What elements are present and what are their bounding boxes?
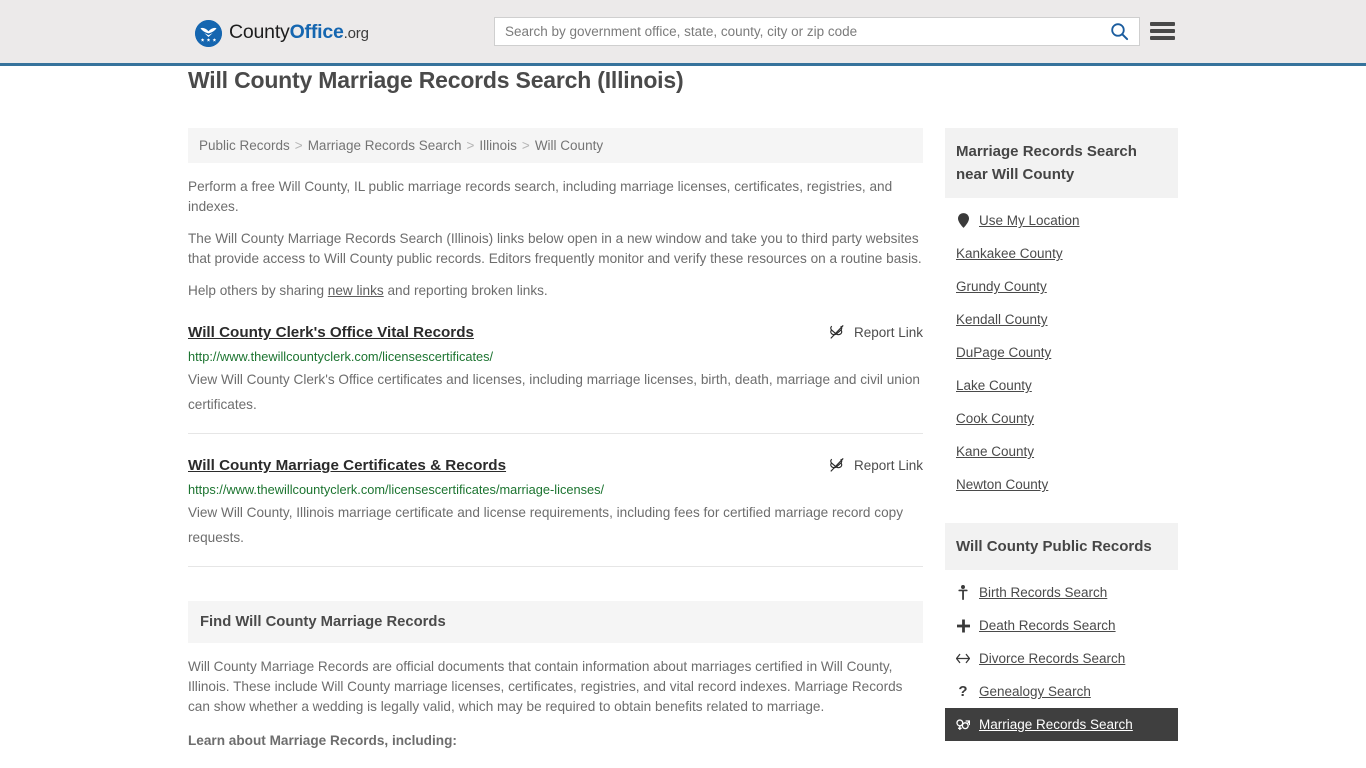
- sidebar-item-death-records[interactable]: Death Records Search: [945, 609, 1178, 642]
- sidebar-link[interactable]: Marriage Records Search: [979, 717, 1133, 732]
- main-content: Public Records > Marriage Records Search > I…: [188, 128, 923, 768]
- sidebar-link[interactable]: Cook County: [956, 411, 1034, 426]
- share-text-after: and reporting broken links.: [383, 283, 548, 298]
- menu-bar-3: [1150, 36, 1175, 40]
- report-link-button[interactable]: Report Link: [829, 323, 923, 340]
- sidebar-link[interactable]: Birth Records Search: [979, 585, 1107, 600]
- sidebar-link[interactable]: DuPage County: [956, 345, 1051, 360]
- sidebar-item-kendall-county[interactable]: Kendall County: [945, 303, 1178, 336]
- sidebar-item-dupage-county[interactable]: DuPage County: [945, 336, 1178, 369]
- sidebar-near-block: Marriage Records Search near Will County…: [945, 128, 1178, 501]
- result-title-link[interactable]: Will County Clerk's Office Vital Records: [188, 323, 474, 343]
- question-mark-icon: ?: [958, 683, 968, 700]
- search-button[interactable]: [1099, 18, 1139, 45]
- sidebar-item-grundy-county[interactable]: Grundy County: [945, 270, 1178, 303]
- baby-icon: [956, 585, 970, 600]
- sidebar-link[interactable]: Lake County: [956, 378, 1032, 393]
- page-title: Will County Marriage Records Search (Ill…: [188, 67, 684, 93]
- intro-paragraph-3: Help others by sharing new links and rep…: [188, 281, 923, 301]
- breadcrumb-separator: >: [521, 138, 530, 153]
- share-text-before: Help others by sharing: [188, 283, 328, 298]
- learn-about-heading: Learn about Marriage Records, including:: [188, 733, 457, 748]
- chain-broken-icon: [830, 458, 844, 472]
- find-records-body: Will County Marriage Records are officia…: [188, 643, 923, 768]
- sidebar-item-birth-records[interactable]: Birth Records Search: [945, 576, 1178, 609]
- map-pin-icon: [956, 213, 970, 228]
- sidebar-item-divorce-records[interactable]: Divorce Records Search: [945, 642, 1178, 675]
- result-title-link[interactable]: Will County Marriage Certificates & Reco…: [188, 456, 506, 476]
- sidebar-link[interactable]: Death Records Search: [979, 618, 1116, 633]
- sidebar-public-records-block: Will County Public Records Birth Records: [945, 523, 1178, 741]
- sidebar-near-heading: Marriage Records Search near Will County: [945, 128, 1178, 198]
- search-input[interactable]: [495, 18, 1099, 45]
- sidebar-item-marriage-records[interactable]: Marriage Records Search: [945, 708, 1178, 741]
- result-item: Will County Clerk's Office Vital Records…: [188, 323, 923, 434]
- menu-icon[interactable]: [1150, 20, 1175, 42]
- page-body: Will County Marriage Records Search (Ill…: [0, 66, 1366, 768]
- site-logo-text: CountyOffice.org: [229, 23, 369, 43]
- sidebar-link[interactable]: Kane County: [956, 444, 1034, 459]
- sidebar-item-use-my-location[interactable]: Use My Location: [945, 204, 1178, 237]
- breadcrumb-item-2[interactable]: Illinois: [479, 138, 517, 153]
- sidebar-item-kane-county[interactable]: Kane County: [945, 435, 1178, 468]
- search-icon: [1110, 23, 1128, 41]
- cross-icon: [956, 619, 970, 633]
- sidebar-item-cook-county[interactable]: Cook County: [945, 402, 1178, 435]
- breadcrumb-separator: >: [294, 138, 303, 153]
- chain-broken-icon: [830, 325, 844, 339]
- report-link-label: Report Link: [853, 457, 923, 473]
- new-links-link[interactable]: new links: [328, 283, 384, 298]
- sidebar: Marriage Records Search near Will County…: [945, 128, 1178, 745]
- logo-text-office: Office: [289, 21, 344, 44]
- result-url[interactable]: https://www.thewillcountyclerk.com/licen…: [188, 482, 923, 498]
- sidebar-item-newton-county[interactable]: Newton County: [945, 468, 1178, 501]
- report-link-button[interactable]: Report Link: [829, 456, 923, 473]
- menu-bar-1: [1150, 22, 1175, 26]
- sidebar-link[interactable]: Divorce Records Search: [979, 651, 1125, 666]
- sidebar-link[interactable]: Use My Location: [979, 213, 1080, 228]
- result-item: Will County Marriage Certificates & Reco…: [188, 456, 923, 567]
- sidebar-item-kankakee-county[interactable]: Kankakee County: [945, 237, 1178, 270]
- countyoffice-logo-icon: [195, 19, 222, 47]
- find-records-paragraph: Will County Marriage Records are officia…: [188, 659, 903, 714]
- breadcrumb-separator: >: [466, 138, 475, 153]
- sidebar-link[interactable]: Genealogy Search: [979, 684, 1091, 699]
- site-logo[interactable]: CountyOffice.org: [195, 19, 369, 47]
- sidebar-link[interactable]: Grundy County: [956, 279, 1047, 294]
- result-url[interactable]: http://www.thewillcountyclerk.com/licens…: [188, 349, 923, 365]
- venus-mars-icon: [956, 718, 970, 731]
- breadcrumb-item-0[interactable]: Public Records: [199, 138, 290, 153]
- menu-bar-2: [1150, 29, 1175, 33]
- breadcrumb-item-1[interactable]: Marriage Records Search: [308, 138, 462, 153]
- breadcrumb-item-3[interactable]: Will County: [535, 138, 603, 153]
- find-records-heading: Find Will County Marriage Records: [188, 601, 923, 643]
- report-link-label: Report Link: [853, 324, 923, 340]
- intro-paragraph-2: The Will County Marriage Records Search …: [188, 231, 922, 266]
- sidebar-public-records-list: Birth Records Search Death Records Searc…: [945, 570, 1178, 741]
- sidebar-near-list: Use My Location Kankakee County Grundy C…: [945, 198, 1178, 501]
- breadcrumb: Public Records > Marriage Records Search > I…: [188, 128, 923, 163]
- sidebar-link[interactable]: Newton County: [956, 477, 1048, 492]
- sidebar-link[interactable]: Kankakee County: [956, 246, 1063, 261]
- sidebar-link[interactable]: Kendall County: [956, 312, 1048, 327]
- logo-text-org: .org: [343, 25, 369, 43]
- result-description: View Will County, Illinois marriage cert…: [188, 505, 903, 545]
- sidebar-public-records-heading: Will County Public Records: [945, 523, 1178, 570]
- intro-paragraph-1: Perform a free Will County, IL public ma…: [188, 179, 893, 214]
- result-description: View Will County Clerk's Office certific…: [188, 372, 920, 412]
- search-bar[interactable]: [494, 17, 1140, 46]
- arrows-left-right-icon: [956, 653, 970, 664]
- sidebar-item-lake-county[interactable]: Lake County: [945, 369, 1178, 402]
- logo-text-county: County: [229, 21, 290, 44]
- site-header: CountyOffice.org: [0, 0, 1366, 66]
- sidebar-item-genealogy[interactable]: ? Genealogy Search: [945, 675, 1178, 708]
